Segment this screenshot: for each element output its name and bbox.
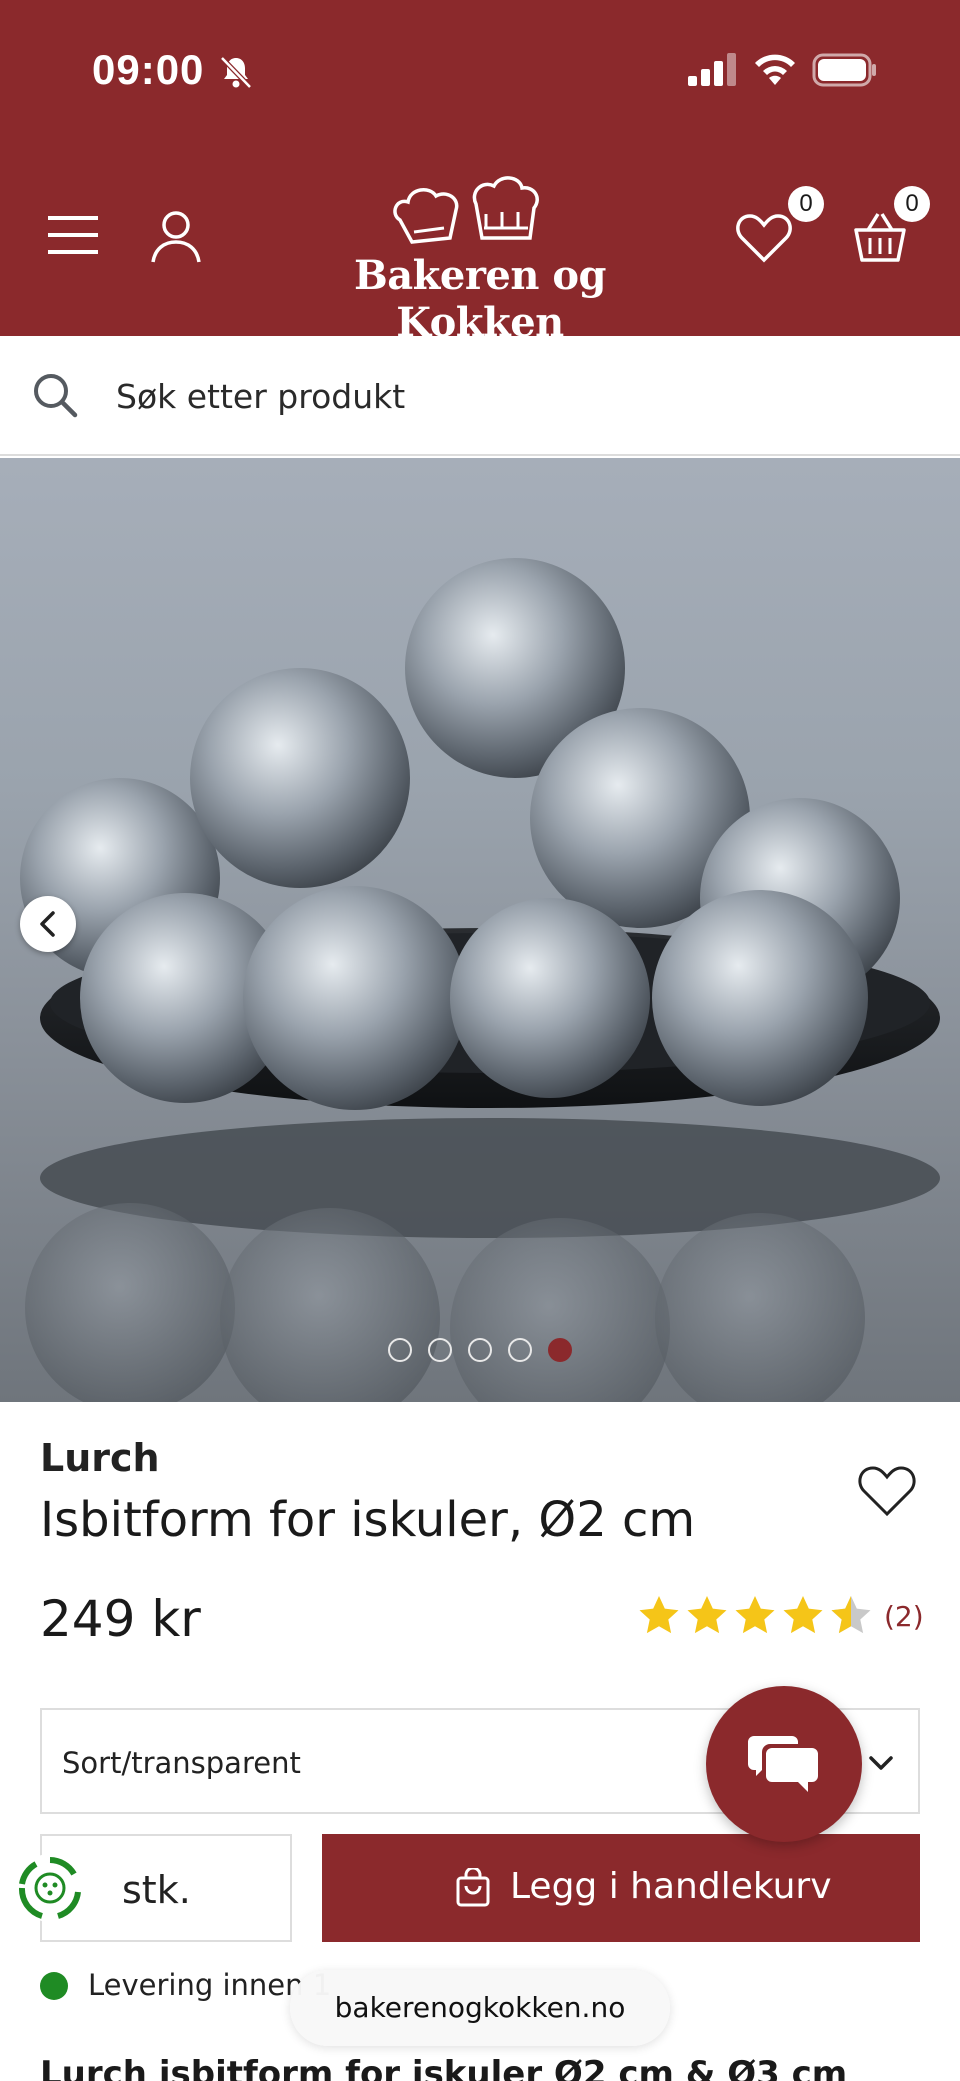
product-price: 249 kr <box>40 1590 201 1648</box>
cellular-signal-icon <box>688 53 736 86</box>
product-brand[interactable]: Lurch <box>40 1436 160 1480</box>
product-image <box>20 558 940 1402</box>
review-count-link[interactable]: (2) <box>884 1600 924 1633</box>
product-image-gallery[interactable] <box>0 458 960 1402</box>
star-half-icon <box>831 1596 871 1634</box>
gallery-dot[interactable] <box>508 1338 532 1362</box>
variant-selected-value: Sort/transparent <box>62 1746 301 1780</box>
rating-stars[interactable] <box>638 1594 872 1642</box>
shopping-bag-icon <box>456 1868 490 1907</box>
chat-bubbles-icon <box>748 1736 818 1792</box>
hamburger-menu-icon[interactable] <box>46 210 100 260</box>
add-to-cart-label: Legg i handlekurv <box>510 1866 832 1907</box>
wishlist-count-badge: 0 <box>788 186 824 222</box>
chef-hats-icon <box>393 176 539 244</box>
recycle-icon[interactable] <box>14 1852 86 1924</box>
site-logo[interactable]: Bakeren og Kokken <box>290 172 670 346</box>
status-bar: 09:00 <box>0 0 960 140</box>
star-icon <box>639 1596 679 1634</box>
gallery-dot[interactable] <box>468 1338 492 1362</box>
wifi-icon <box>755 54 795 85</box>
gallery-prev-button[interactable] <box>20 896 76 952</box>
add-to-cart-button[interactable]: Legg i handlekurv <box>322 1834 920 1942</box>
in-stock-indicator <box>40 1972 68 2000</box>
bell-slash-icon <box>220 56 252 89</box>
product-title: Isbitform for iskuler, Ø2 cm <box>40 1492 696 1548</box>
search-input[interactable] <box>116 366 896 426</box>
gallery-pagination <box>388 1338 572 1364</box>
status-time: 09:00 <box>92 46 205 93</box>
site-header: 09:00 Bakeren og Kokken 0 0 <box>0 0 960 346</box>
chevron-left-icon <box>40 911 55 937</box>
add-to-wishlist-heart-icon[interactable] <box>858 1464 916 1518</box>
browser-url-bar[interactable]: bakerenogkokken.no <box>290 1970 670 2046</box>
search-icon <box>34 374 78 418</box>
chevron-down-icon <box>869 1756 893 1770</box>
gallery-dot[interactable] <box>388 1338 412 1362</box>
cart-count-badge: 0 <box>894 186 930 222</box>
search-bar <box>0 336 960 456</box>
logo-text: Bakeren og Kokken <box>353 252 607 346</box>
gallery-dot[interactable] <box>428 1338 452 1362</box>
user-icon[interactable] <box>148 208 204 264</box>
heart-icon[interactable] <box>736 212 792 264</box>
quantity-unit-label: stk. <box>122 1868 191 1912</box>
star-icon <box>783 1596 823 1634</box>
chat-button[interactable] <box>706 1686 862 1842</box>
star-icon <box>687 1596 727 1634</box>
star-icon <box>735 1596 775 1634</box>
battery-icon <box>812 53 876 87</box>
basket-icon[interactable] <box>852 210 908 264</box>
gallery-dot-active[interactable] <box>548 1338 572 1362</box>
description-heading: Lurch isbitform for iskuler Ø2 cm & Ø3 c… <box>40 2054 848 2081</box>
